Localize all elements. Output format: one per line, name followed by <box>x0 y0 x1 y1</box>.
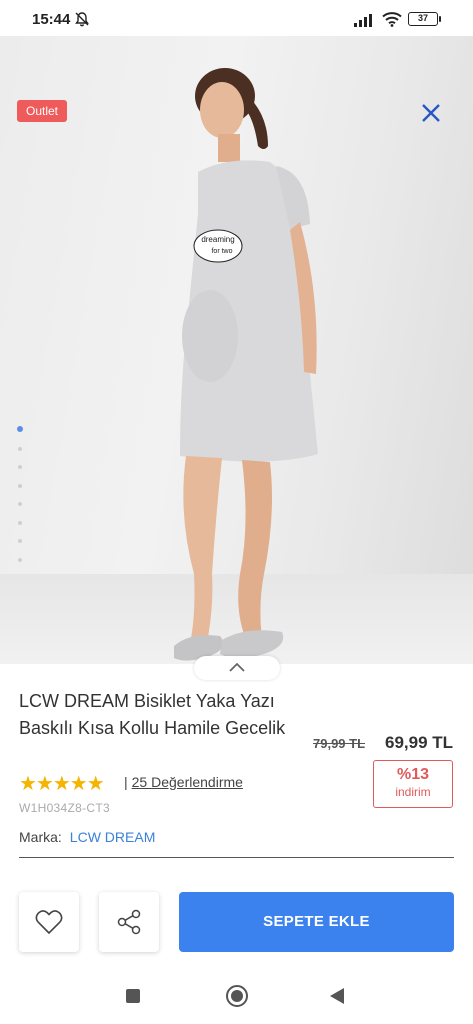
system-nav-bar <box>0 966 473 1024</box>
discount-percent: %13 <box>396 766 430 783</box>
carousel-dots <box>17 426 24 576</box>
carousel-dot[interactable] <box>18 502 22 506</box>
favorite-button[interactable] <box>19 892 79 952</box>
discount-badge: %13 indirim <box>373 760 453 808</box>
brand-row: Marka: LCW DREAM <box>19 829 155 845</box>
battery-icon: 37 <box>408 12 441 26</box>
rating-stars: ★★★★★ <box>19 773 105 795</box>
home-button[interactable] <box>226 985 248 1007</box>
carousel-dot[interactable] <box>18 557 22 562</box>
carousel-dot[interactable] <box>18 520 22 525</box>
divider <box>19 857 454 858</box>
product-image[interactable]: dreaming for two Outlet <box>0 36 473 664</box>
reviews-link[interactable]: | 25 Değerlendirme <box>124 774 243 790</box>
collapse-handle[interactable] <box>194 656 280 680</box>
reviews-count[interactable]: 25 Değerlendirme <box>132 774 243 790</box>
carousel-dot[interactable] <box>18 539 22 543</box>
product-title: LCW DREAM Bisiklet Yaka Yazı Baskılı Kıs… <box>19 691 286 738</box>
product-sku: W1H034Z8-CT3 <box>19 801 110 815</box>
chevron-up-icon <box>229 662 245 672</box>
model-figure: dreaming for two <box>174 68 318 661</box>
add-to-cart-button[interactable]: SEPETE EKLE <box>179 892 454 952</box>
print-text-2: for two <box>211 248 232 255</box>
heart-icon <box>35 910 63 935</box>
close-icon[interactable] <box>418 100 444 126</box>
brand-link[interactable]: LCW DREAM <box>70 829 156 845</box>
status-time: 15:44 <box>32 11 71 28</box>
old-price: 79,99 TL <box>313 736 366 751</box>
signal-icon <box>354 14 372 27</box>
status-bar: 15:44 37 <box>0 0 473 40</box>
review-separator: | <box>124 774 128 790</box>
carousel-dot[interactable] <box>18 446 22 451</box>
carousel-dot[interactable] <box>18 483 22 488</box>
share-icon <box>117 909 141 935</box>
recents-button[interactable] <box>126 989 140 1003</box>
outlet-badge: Outlet <box>17 100 68 122</box>
back-button[interactable] <box>330 988 344 1004</box>
new-price: 69,99 TL <box>385 733 454 752</box>
carousel-dot[interactable] <box>17 426 23 432</box>
brand-label: Marka: <box>19 829 62 845</box>
discount-label: indirim <box>395 785 431 799</box>
carousel-dot[interactable] <box>18 465 22 469</box>
bell-off-icon <box>75 12 89 27</box>
share-button[interactable] <box>99 892 159 952</box>
print-text-1: dreaming <box>201 235 234 244</box>
wifi-icon <box>382 12 402 27</box>
